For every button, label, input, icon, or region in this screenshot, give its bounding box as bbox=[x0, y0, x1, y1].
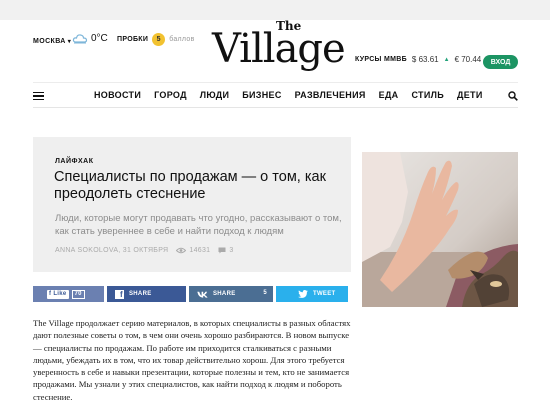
facebook-icon: f bbox=[115, 289, 124, 299]
like-count: 70 bbox=[71, 289, 85, 299]
views-counter: 14631 bbox=[176, 247, 210, 254]
article-lead: Люди, которые могут продавать что угодно… bbox=[55, 213, 342, 237]
rate-up-icon: ▲ bbox=[443, 56, 450, 63]
hand-cat-paw-image bbox=[362, 152, 518, 307]
rates-label: КУРСЫ ММВБ bbox=[355, 56, 407, 63]
comments-counter[interactable]: 3 bbox=[218, 247, 233, 254]
traffic-widget[interactable]: ПРОБКИ 5 баллов bbox=[117, 33, 195, 46]
article-header: ЛАЙФХАК Специалисты по продажам — о том,… bbox=[33, 137, 351, 272]
views-eye-icon bbox=[176, 247, 187, 254]
article-meta: ANNA SOKOLOVA, 31 ОКТЯБРЯ 14631 3 bbox=[55, 247, 234, 254]
twitter-share-label: TWEET bbox=[313, 291, 336, 297]
traffic-badge-icon: 5 bbox=[152, 33, 166, 46]
top-gray-bar bbox=[0, 0, 550, 20]
nav-item-style[interactable]: СТИЛЬ bbox=[411, 90, 444, 100]
facebook-share-label: SHARE bbox=[129, 291, 152, 297]
article-title: Специалисты по продажам — о том, как пре… bbox=[54, 169, 326, 202]
traffic-unit: баллов bbox=[169, 36, 195, 43]
article-body: The Village продолжает серию материалов,… bbox=[33, 317, 351, 403]
nav-item-business[interactable]: БИЗНЕС bbox=[242, 90, 281, 100]
nav-items: НОВОСТИ ГОРОД ЛЮДИ БИЗНЕС РАЗВЛЕЧЕНИЯ ЕД… bbox=[94, 90, 483, 100]
main-nav: НОВОСТИ ГОРОД ЛЮДИ БИЗНЕС РАЗВЛЕЧЕНИЯ ЕД… bbox=[33, 82, 518, 108]
comments-count: 3 bbox=[229, 247, 234, 254]
article-paragraph: The Village продолжает серию материалов,… bbox=[33, 318, 351, 402]
weather-widget[interactable]: 0°C bbox=[72, 32, 108, 44]
currency-rates: КУРСЫ ММВБ $ 63.61 ▲ € 70.44 ▼ bbox=[355, 55, 492, 64]
traffic-label: ПРОБКИ bbox=[117, 36, 149, 43]
eur-rate: € 70.44 bbox=[454, 55, 482, 64]
weather-temperature: 0°C bbox=[91, 32, 108, 44]
article-rubric[interactable]: ЛАЙФХАК bbox=[55, 158, 93, 165]
like-pill: f Like bbox=[47, 289, 69, 299]
menu-icon[interactable] bbox=[33, 92, 44, 100]
weather-cloud-icon bbox=[72, 34, 88, 44]
facebook-share-button[interactable]: f SHARE bbox=[107, 286, 186, 302]
share-buttons: f Like 70 f SHARE SHARE 5 TWEET bbox=[33, 286, 351, 302]
comments-icon bbox=[218, 247, 226, 254]
nav-item-city[interactable]: ГОРОД bbox=[154, 90, 187, 100]
vk-icon bbox=[197, 291, 208, 298]
chevron-down-icon: ▾ bbox=[67, 39, 72, 45]
facebook-like-button[interactable]: f Like 70 bbox=[33, 286, 104, 302]
twitter-icon bbox=[298, 290, 308, 298]
like-label: Like bbox=[53, 291, 67, 297]
vk-share-count: 5 bbox=[263, 290, 267, 296]
city-label: МОСКВА bbox=[33, 38, 66, 45]
facebook-icon: f bbox=[49, 291, 52, 297]
nav-item-kids[interactable]: ДЕТИ bbox=[457, 90, 483, 100]
vk-share-button[interactable]: SHARE 5 bbox=[189, 286, 273, 302]
views-count: 14631 bbox=[189, 247, 211, 254]
usd-rate: $ 63.61 bbox=[411, 55, 439, 64]
nav-item-entertainment[interactable]: РАЗВЛЕЧЕНИЯ bbox=[295, 90, 366, 100]
article-author-date: ANNA SOKOLOVA, 31 ОКТЯБРЯ bbox=[55, 247, 169, 254]
nav-item-food[interactable]: ЕДА bbox=[379, 90, 399, 100]
nav-item-news[interactable]: НОВОСТИ bbox=[94, 90, 141, 100]
twitter-share-button[interactable]: TWEET bbox=[276, 286, 348, 302]
article-photo bbox=[362, 152, 518, 307]
city-selector[interactable]: МОСКВА ▾ bbox=[33, 38, 71, 45]
nav-item-people[interactable]: ЛЮДИ bbox=[200, 90, 229, 100]
logo-village: Village bbox=[212, 26, 346, 72]
search-icon[interactable] bbox=[508, 91, 518, 101]
site-logo[interactable]: The Village bbox=[212, 19, 346, 81]
vk-share-label: SHARE bbox=[213, 291, 236, 297]
login-button[interactable]: ВХОД bbox=[483, 55, 518, 69]
